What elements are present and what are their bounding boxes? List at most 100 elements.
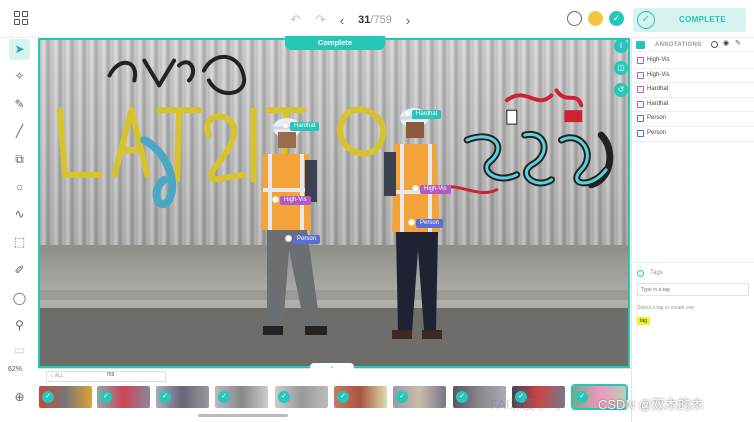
high-vis-class-icon bbox=[637, 57, 644, 64]
tags-title: Tags bbox=[650, 270, 663, 276]
tool-sidebar: ➤ ✧ ✎ ╱ ⧉ ○ ∿ ⬚ ✐ ◯ ⚲ ▭ 62% ⊕ bbox=[0, 38, 38, 422]
check-icon: ✓ bbox=[159, 391, 171, 403]
annotation-list-item[interactable]: Person bbox=[632, 127, 754, 142]
visibility-eye-icon[interactable]: ◉ bbox=[723, 39, 729, 47]
image-canvas[interactable]: Hardhat Hardhat High-Vis High-Vis Person… bbox=[38, 38, 630, 368]
filmstrip-toggle-icon[interactable]: ⌄ bbox=[310, 363, 354, 371]
hardhat-class-icon bbox=[637, 100, 644, 108]
annotation-list-item[interactable]: Person bbox=[632, 112, 754, 127]
annotation-label: Hardhat bbox=[647, 100, 669, 107]
check-icon: ✓ bbox=[42, 391, 54, 403]
info-icon[interactable]: i bbox=[614, 39, 628, 53]
person-tag[interactable]: Person bbox=[416, 219, 444, 228]
annotation-handle[interactable] bbox=[408, 219, 415, 226]
annotation-handle[interactable] bbox=[282, 122, 289, 129]
reviewer-avatar-icon[interactable] bbox=[588, 11, 603, 26]
check-icon: ✓ bbox=[218, 391, 230, 403]
image-navigation: ↶ ↷ ‹ 31/759 › bbox=[290, 12, 410, 28]
tag-icon bbox=[637, 270, 644, 277]
watermark-faint: FAI深度学习 bbox=[490, 397, 562, 412]
history-icon[interactable]: ↺ bbox=[614, 83, 628, 97]
redo-icon[interactable]: ↷ bbox=[315, 12, 326, 28]
check-icon: ✓ bbox=[637, 11, 655, 29]
annotations-icon bbox=[636, 41, 645, 49]
polyline-tool-icon[interactable]: ∿ bbox=[12, 207, 27, 222]
annotation-handle[interactable] bbox=[272, 196, 279, 203]
layers-icon[interactable]: ◫ bbox=[614, 61, 628, 75]
lasso-tool-icon[interactable]: ◯ bbox=[12, 291, 27, 306]
person-class-icon bbox=[637, 130, 644, 137]
image-count: 759 bbox=[106, 372, 115, 378]
annotation-list-item[interactable]: High-Vis bbox=[632, 54, 754, 69]
annotation-handle[interactable] bbox=[285, 235, 292, 242]
brush-tool-icon[interactable]: ✐ bbox=[12, 263, 27, 278]
complete-status-icon[interactable]: ✓ bbox=[609, 11, 624, 26]
filter-label: ALL bbox=[54, 373, 64, 379]
thumbnail[interactable]: ✓ bbox=[39, 386, 92, 408]
skeleton-tool-icon[interactable]: ⚲ bbox=[12, 318, 27, 333]
watermark: CSDN @双木的木 bbox=[598, 397, 704, 412]
ellipse-tool-icon[interactable]: ○ bbox=[12, 180, 27, 195]
page-total: /759 bbox=[370, 14, 392, 26]
magic-tool-icon[interactable]: ✧ bbox=[12, 69, 27, 84]
annotation-handle[interactable] bbox=[412, 185, 419, 192]
person-class-icon bbox=[637, 115, 644, 123]
hardhat-tag[interactable]: Hardhat bbox=[412, 110, 442, 119]
check-icon: ✓ bbox=[576, 391, 588, 403]
annotation-handle[interactable] bbox=[404, 110, 411, 117]
bbox-tool-icon[interactable]: ⧉ bbox=[12, 152, 27, 167]
undo-icon[interactable]: ↶ bbox=[290, 12, 301, 28]
zoom-icon[interactable]: ⊕ bbox=[12, 390, 27, 405]
check-icon: ✓ bbox=[337, 391, 349, 403]
toggle-circle-icon[interactable] bbox=[711, 41, 718, 48]
annotations-title: ANNOTATIONS bbox=[655, 42, 702, 48]
annotation-label: Person bbox=[647, 130, 667, 136]
worker-left bbox=[261, 118, 327, 335]
check-icon: ✓ bbox=[100, 391, 112, 403]
annotation-list-item[interactable]: Hardhat bbox=[632, 98, 754, 113]
thumbnail[interactable]: ✓ bbox=[97, 386, 150, 408]
comment-tool-icon[interactable]: ▭ bbox=[12, 343, 27, 358]
page-counter: 31/759 bbox=[358, 14, 392, 26]
zoom-level: 62% bbox=[8, 366, 23, 373]
check-icon: ✓ bbox=[396, 391, 408, 403]
select-tool-icon[interactable]: ➤ bbox=[9, 39, 30, 60]
hardhat-tag[interactable]: Hardhat bbox=[290, 122, 320, 131]
cuboid-tool-icon[interactable]: ⬚ bbox=[12, 235, 27, 250]
high-vis-tag[interactable]: High-Vis bbox=[280, 196, 311, 205]
annotations-header: ANNOTATIONS ◉ ✎ bbox=[632, 38, 754, 52]
tag-input[interactable] bbox=[637, 283, 749, 296]
previous-image-icon[interactable]: ‹ bbox=[340, 13, 344, 28]
check-icon: ✓ bbox=[456, 391, 468, 403]
thumbnail[interactable]: ✓ bbox=[215, 386, 268, 408]
annotation-label: Hardhat bbox=[647, 86, 669, 93]
edit-pencil-icon[interactable]: ✎ bbox=[735, 39, 741, 47]
annotation-label: High-Vis bbox=[647, 71, 670, 78]
thumbnail[interactable]: ✓ bbox=[156, 386, 209, 408]
thumbnail[interactable]: ✓ bbox=[393, 386, 446, 408]
annotation-label: High-Vis bbox=[647, 57, 670, 63]
status-badge: Complete bbox=[285, 36, 385, 50]
annotation-label: Person bbox=[647, 115, 667, 122]
next-image-icon[interactable]: › bbox=[406, 13, 410, 28]
top-bar: ↶ ↷ ‹ 31/759 › ✓ ✓ COMPLETE bbox=[0, 0, 754, 38]
person-tag[interactable]: Person bbox=[293, 235, 321, 244]
annotations-panel: ANNOTATIONS ◉ ✎ High-Vis High-Vis Hardha… bbox=[631, 38, 754, 422]
tag-pill[interactable]: tag bbox=[637, 317, 650, 325]
filmstrip-scrollbar[interactable] bbox=[198, 414, 288, 417]
complete-button-label: COMPLETE bbox=[679, 15, 726, 24]
thumbnail[interactable]: ✓ bbox=[334, 386, 387, 408]
collaborators: ✓ bbox=[567, 11, 624, 26]
thumbnail[interactable]: ✓ bbox=[275, 386, 328, 408]
complete-button[interactable]: ✓ COMPLETE bbox=[633, 8, 746, 32]
user-avatar-icon[interactable] bbox=[567, 11, 582, 26]
apps-grid-icon[interactable] bbox=[14, 11, 30, 27]
annotation-list-item[interactable]: High-Vis bbox=[632, 69, 754, 84]
line-tool-icon[interactable]: ╱ bbox=[12, 124, 27, 139]
check-icon: ✓ bbox=[278, 391, 290, 403]
hardhat-class-icon bbox=[637, 86, 644, 94]
annotation-list-item[interactable]: Hardhat bbox=[632, 83, 754, 98]
tags-hint: Select a tag or create one bbox=[637, 305, 695, 311]
high-vis-tag[interactable]: High-Vis bbox=[420, 185, 451, 194]
pen-tool-icon[interactable]: ✎ bbox=[12, 97, 27, 112]
